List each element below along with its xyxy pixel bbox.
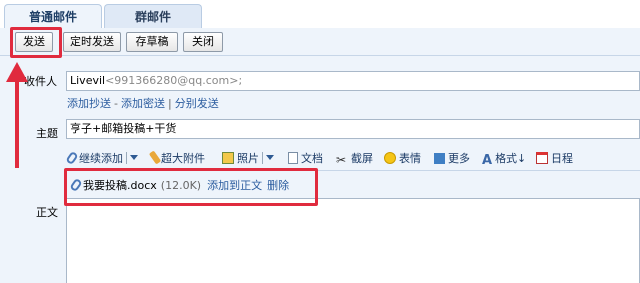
recipient-name: Livevil	[70, 74, 106, 87]
editor-toolbar: 继续添加 超大附件 照片 文档 ✂ 截屏 表情 更多 A 格式↓ 日程	[65, 148, 640, 168]
more-icon	[434, 153, 445, 164]
add-cc-link[interactable]: 添加抄送	[67, 97, 111, 110]
divider	[126, 152, 127, 164]
separator: |	[167, 97, 172, 110]
screenshot-button[interactable]: ✂ 截屏	[336, 150, 373, 167]
separator: -	[114, 97, 118, 110]
timed-send-button[interactable]: 定时发送	[63, 32, 121, 52]
close-button[interactable]: 关闭	[183, 32, 223, 52]
document-icon	[288, 152, 298, 164]
screenshot-icon: ✂	[336, 153, 347, 167]
large-attachment-icon	[148, 150, 162, 165]
document-label: 文档	[301, 152, 323, 165]
arrow-up-icon	[6, 62, 28, 82]
emoji-button[interactable]: 表情	[384, 150, 421, 166]
to-field[interactable]: Livevil<991366280@qq.com>;	[66, 71, 640, 91]
document-button[interactable]: 文档	[288, 150, 323, 166]
emoji-label: 表情	[399, 152, 421, 165]
photo-button[interactable]: 照片	[222, 150, 274, 166]
attachment-highlight-box	[64, 168, 318, 206]
continue-add-button[interactable]: 继续添加	[65, 150, 138, 166]
screenshot-label: 截屏	[351, 152, 373, 165]
more-button[interactable]: 更多	[434, 150, 470, 166]
continue-add-label: 继续添加	[79, 152, 123, 165]
send-highlight-box	[10, 27, 62, 58]
calendar-button[interactable]: 日程	[536, 150, 573, 166]
smiley-icon	[384, 152, 396, 164]
compose-tabs: 普通邮件 群邮件	[0, 0, 640, 29]
to-label: 收件人	[24, 75, 57, 88]
arrow-shaft	[15, 70, 19, 168]
format-button[interactable]: A 格式↓	[482, 150, 527, 168]
recipient-address: <991366280@qq.com>;	[105, 74, 243, 87]
add-bcc-link[interactable]: 添加密送	[121, 97, 165, 110]
subject-label: 主题	[36, 127, 58, 140]
chevron-down-icon[interactable]	[130, 155, 138, 160]
subject-field[interactable]: 亨子+邮箱投稿+干货	[66, 119, 640, 139]
compose-toolbar: 发送 定时发送 存草稿 关闭	[0, 28, 640, 56]
body-label: 正文	[36, 206, 58, 219]
photo-icon	[222, 152, 234, 164]
calendar-label: 日程	[551, 152, 573, 165]
tab-normal-mail[interactable]: 普通邮件	[4, 4, 102, 29]
separate-send-link[interactable]: 分别发送	[175, 97, 219, 110]
chevron-down-icon[interactable]	[266, 155, 274, 160]
font-format-icon: A	[482, 153, 493, 168]
photo-label: 照片	[237, 152, 259, 165]
more-label: 更多	[448, 152, 470, 165]
tab-group-mail[interactable]: 群邮件	[104, 4, 202, 28]
body-editor[interactable]	[66, 198, 640, 283]
save-draft-button[interactable]: 存草稿	[126, 32, 178, 52]
recipient-options: 添加抄送 - 添加密送 | 分别发送	[67, 95, 219, 111]
format-label: 格式↓	[495, 152, 527, 165]
large-attachment-label: 超大附件	[161, 152, 205, 165]
large-attachment-button[interactable]: 超大附件	[148, 150, 205, 166]
calendar-icon	[536, 152, 548, 164]
divider	[262, 152, 263, 164]
paperclip-icon	[65, 150, 79, 166]
